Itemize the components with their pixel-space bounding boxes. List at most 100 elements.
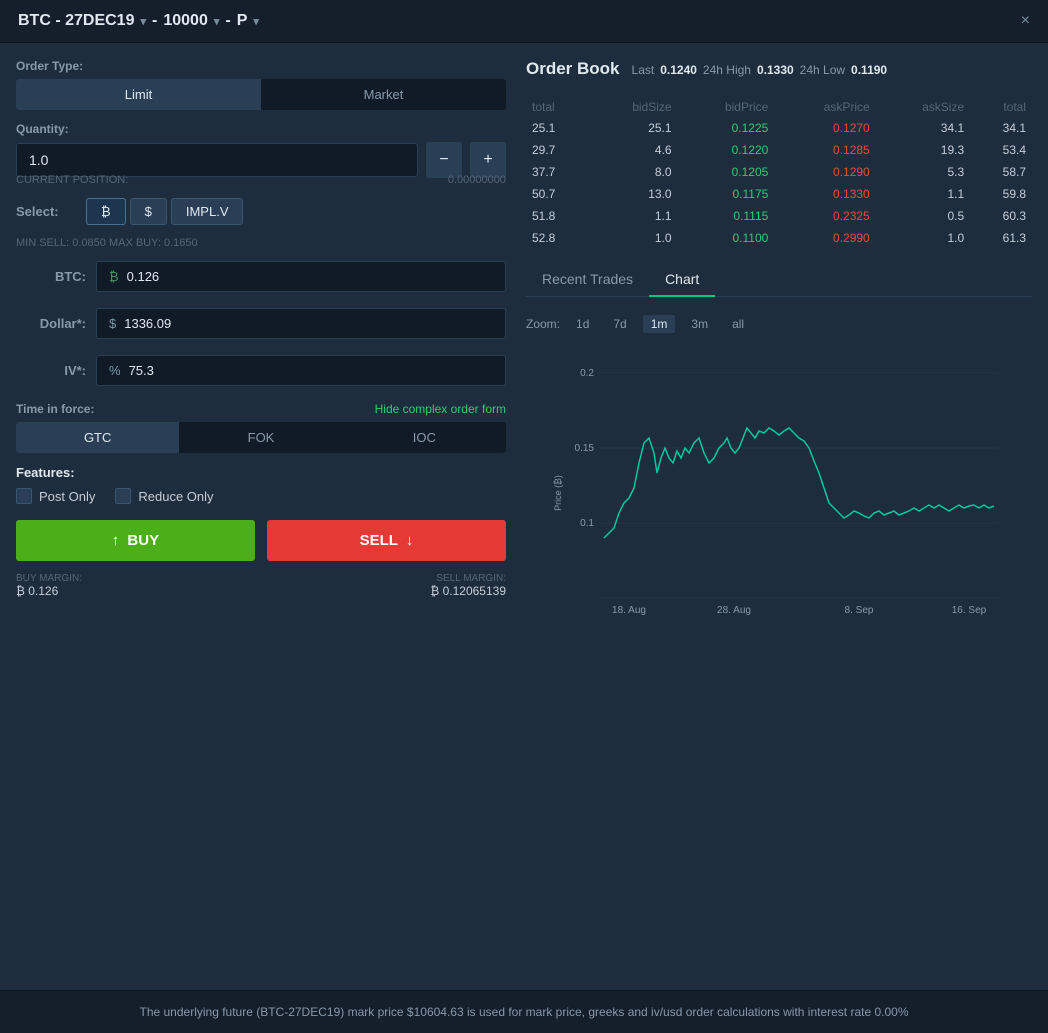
size-dropdown-icon[interactable]: ▾ bbox=[214, 15, 220, 28]
select-buttons: ₿ $ IMPL.V bbox=[86, 198, 243, 225]
cell-bid-size: 25.1 bbox=[588, 117, 678, 139]
buy-arrow-icon: ↑ bbox=[112, 532, 120, 549]
select-implv-button[interactable]: IMPL.V bbox=[171, 198, 244, 225]
post-only-checkbox[interactable] bbox=[16, 488, 32, 504]
table-row: 37.7 8.0 0.1205 0.1290 5.3 58.7 bbox=[526, 161, 1032, 183]
sell-label: SELL bbox=[360, 532, 398, 549]
quantity-minus-button[interactable]: − bbox=[426, 142, 462, 178]
last-label: Last bbox=[632, 63, 655, 77]
post-only-feature[interactable]: Post Only bbox=[16, 488, 95, 504]
zoom-row: Zoom: 1d 7d 1m 3m all bbox=[526, 315, 1032, 333]
buy-button[interactable]: ↑ BUY bbox=[16, 520, 255, 561]
iv-value: 75.3 bbox=[129, 363, 154, 378]
margin-row: BUY MARGIN: ₿ 0.126 SELL MARGIN: ₿ 0.120… bbox=[16, 573, 506, 598]
close-button[interactable]: × bbox=[1021, 13, 1030, 29]
high-value: 0.1330 bbox=[757, 63, 794, 77]
dollar-value: 1336.09 bbox=[124, 316, 171, 331]
x-label-aug28: 28. Aug bbox=[717, 605, 751, 616]
chart-area: Zoom: 1d 7d 1m 3m all bbox=[526, 307, 1032, 974]
cell-ask-price: 0.2325 bbox=[774, 205, 875, 227]
market-button[interactable]: Market bbox=[261, 79, 506, 110]
zoom-all-button[interactable]: all bbox=[724, 315, 752, 333]
btc-icon: ₿ bbox=[109, 269, 119, 284]
cell-total-right: 61.3 bbox=[970, 227, 1032, 249]
reduce-only-feature[interactable]: Reduce Only bbox=[115, 488, 213, 504]
col-bid-size: bidSize bbox=[588, 97, 678, 117]
header-size: 10000 bbox=[163, 12, 208, 30]
sell-margin-item: SELL MARGIN: ₿ 0.12065139 bbox=[430, 573, 506, 598]
table-row: 29.7 4.6 0.1220 0.1285 19.3 53.4 bbox=[526, 139, 1032, 161]
btc-label: BTC: bbox=[16, 269, 86, 284]
sell-arrow-icon: ↓ bbox=[406, 532, 414, 549]
table-header-row: total bidSize bidPrice askPrice askSize … bbox=[526, 97, 1032, 117]
cell-ask-price: 0.2990 bbox=[774, 227, 875, 249]
action-buttons: ↑ BUY SELL ↓ bbox=[16, 520, 506, 561]
last-value: 0.1240 bbox=[660, 63, 697, 77]
chart-svg-wrapper: 0.2 0.15 0.1 Price (₿) 18. Aug 28. Aug 8… bbox=[526, 343, 1032, 626]
orderbook-title: Order Book bbox=[526, 59, 620, 79]
features-section: Features: Post Only Reduce Only bbox=[16, 465, 506, 504]
sell-margin-value: ₿ 0.12065139 bbox=[430, 584, 506, 598]
orderbook-table: total bidSize bidPrice askPrice askSize … bbox=[526, 97, 1032, 249]
orderbook-stats: Last 0.1240 24h High 0.1330 24h Low 0.11… bbox=[632, 63, 888, 77]
instrument-dropdown-icon[interactable]: ▾ bbox=[140, 15, 146, 28]
post-only-label: Post Only bbox=[39, 489, 95, 504]
low-value: 0.1190 bbox=[851, 63, 887, 77]
header-title: BTC - 27DEC19 ▾ - 10000 ▾ - P ▾ bbox=[18, 12, 259, 30]
tif-fok-button[interactable]: FOK bbox=[179, 422, 342, 453]
iv-input-wrap[interactable]: % 75.3 bbox=[96, 355, 506, 386]
header-type: P bbox=[237, 12, 248, 30]
type-dropdown-icon[interactable]: ▾ bbox=[253, 15, 259, 28]
footer-text: The underlying future (BTC-27DEC19) mark… bbox=[139, 1005, 908, 1019]
cell-bid-price: 0.1225 bbox=[678, 117, 775, 139]
cell-bid-price: 0.1220 bbox=[678, 139, 775, 161]
cell-bid-price: 0.1115 bbox=[678, 205, 775, 227]
instrument-name: BTC - 27DEC19 bbox=[18, 12, 134, 30]
quantity-input[interactable] bbox=[16, 143, 418, 177]
cell-bid-price: 0.1205 bbox=[678, 161, 775, 183]
limit-button[interactable]: Limit bbox=[16, 79, 261, 110]
cell-ask-size: 1.1 bbox=[876, 183, 970, 205]
header: BTC - 27DEC19 ▾ - 10000 ▾ - P ▾ × bbox=[0, 0, 1048, 43]
col-total-right: total bbox=[970, 97, 1032, 117]
cell-total-left: 29.7 bbox=[526, 139, 588, 161]
tab-chart[interactable]: Chart bbox=[649, 263, 715, 297]
tif-ioc-button[interactable]: IOC bbox=[343, 422, 506, 453]
cell-ask-size: 0.5 bbox=[876, 205, 970, 227]
table-row: 52.8 1.0 0.1100 0.2990 1.0 61.3 bbox=[526, 227, 1032, 249]
select-btc-button[interactable]: ₿ bbox=[86, 198, 126, 225]
cell-total-right: 59.8 bbox=[970, 183, 1032, 205]
features-row: Post Only Reduce Only bbox=[16, 488, 506, 504]
zoom-3m-button[interactable]: 3m bbox=[683, 315, 716, 333]
cell-bid-size: 4.6 bbox=[588, 139, 678, 161]
dollar-input-wrap[interactable]: $ 1336.09 bbox=[96, 308, 506, 339]
cell-ask-price: 0.1290 bbox=[774, 161, 875, 183]
col-ask-price: askPrice bbox=[774, 97, 875, 117]
btc-input-wrap[interactable]: ₿ 0.126 bbox=[96, 261, 506, 292]
zoom-label: Zoom: bbox=[526, 317, 560, 331]
right-panel: Order Book Last 0.1240 24h High 0.1330 2… bbox=[526, 59, 1032, 974]
hide-complex-link[interactable]: Hide complex order form bbox=[375, 402, 506, 416]
buy-margin-item: BUY MARGIN: ₿ 0.126 bbox=[16, 573, 82, 598]
zoom-1d-button[interactable]: 1d bbox=[568, 315, 597, 333]
col-ask-size: askSize bbox=[876, 97, 970, 117]
select-label: Select: bbox=[16, 204, 76, 219]
cell-ask-price: 0.1270 bbox=[774, 117, 875, 139]
cell-total-left: 50.7 bbox=[526, 183, 588, 205]
cell-ask-price: 0.1330 bbox=[774, 183, 875, 205]
reduce-only-checkbox[interactable] bbox=[115, 488, 131, 504]
tif-gtc-button[interactable]: GTC bbox=[16, 422, 179, 453]
cell-ask-price: 0.1285 bbox=[774, 139, 875, 161]
zoom-1m-button[interactable]: 1m bbox=[643, 315, 676, 333]
orderbook-header: Order Book Last 0.1240 24h High 0.1330 2… bbox=[526, 59, 1032, 79]
cell-total-left: 51.8 bbox=[526, 205, 588, 227]
cell-total-right: 34.1 bbox=[970, 117, 1032, 139]
tab-recent-trades[interactable]: Recent Trades bbox=[526, 263, 649, 296]
cell-ask-size: 1.0 bbox=[876, 227, 970, 249]
sell-button[interactable]: SELL ↓ bbox=[267, 520, 506, 561]
current-position-label: CURRENT POSITION: bbox=[16, 174, 128, 186]
quantity-plus-button[interactable]: + bbox=[470, 142, 506, 178]
select-usd-button[interactable]: $ bbox=[130, 198, 167, 225]
zoom-7d-button[interactable]: 7d bbox=[605, 315, 634, 333]
cell-bid-price: 0.1175 bbox=[678, 183, 775, 205]
